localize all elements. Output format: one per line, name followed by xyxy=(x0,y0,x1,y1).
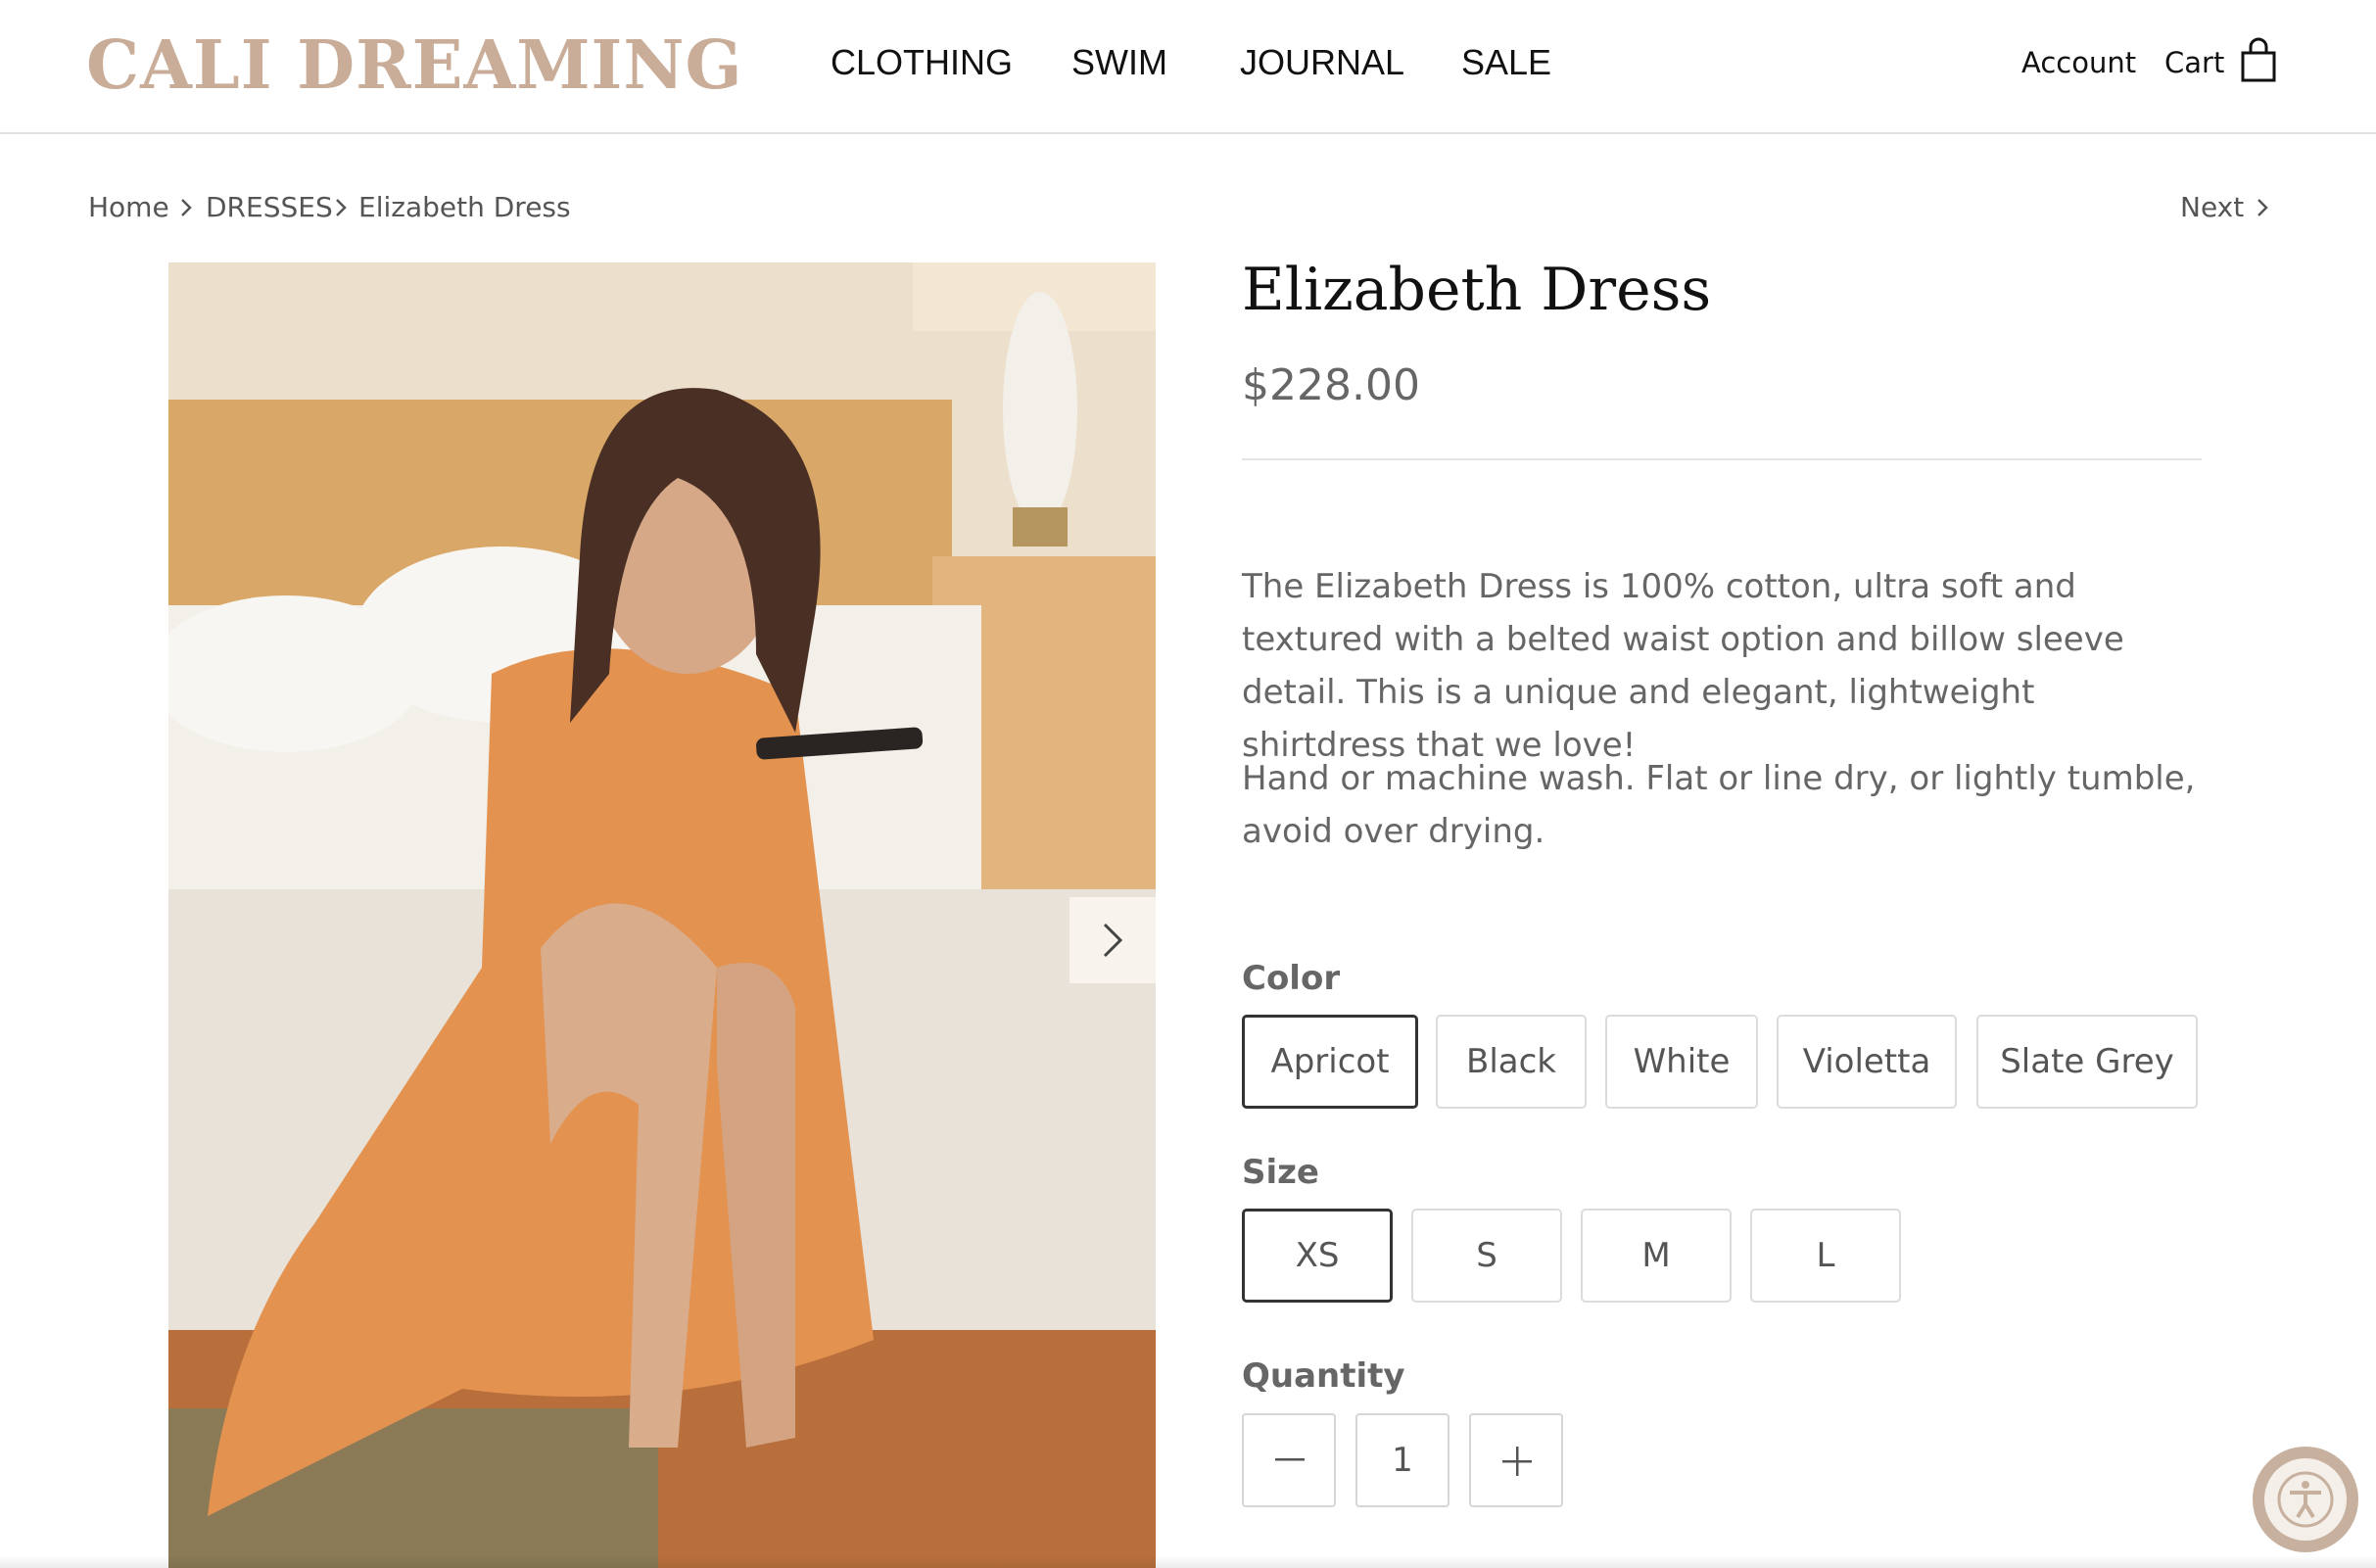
account-link[interactable]: Account xyxy=(2021,39,2136,86)
breadcrumb-dresses[interactable]: DRESSES xyxy=(206,186,333,229)
increase-quantity-button[interactable] xyxy=(1469,1413,1563,1507)
brand-logo[interactable]: CALI DREAMING xyxy=(86,22,743,110)
size-option-l[interactable]: L xyxy=(1750,1209,1901,1303)
chevron-right-icon xyxy=(181,199,192,216)
color-option-black[interactable]: Black xyxy=(1436,1015,1587,1109)
bag-icon[interactable] xyxy=(2239,37,2278,84)
color-option-violetta[interactable]: Violetta xyxy=(1777,1015,1957,1109)
size-option-xs[interactable]: XS xyxy=(1242,1209,1393,1303)
size-option-m[interactable]: M xyxy=(1581,1209,1732,1303)
accessibility-icon-bg xyxy=(2264,1458,2347,1541)
nav-sale[interactable]: SALE xyxy=(1461,35,1551,90)
quantity-input[interactable]: 1 xyxy=(1355,1413,1449,1507)
product-description: The Elizabeth Dress is 100% cotton, ultr… xyxy=(1242,567,2124,765)
color-label: Color xyxy=(1242,959,1341,998)
minus-icon xyxy=(1275,1458,1305,1461)
color-option-white[interactable]: White xyxy=(1605,1015,1758,1109)
quantity-label: Quantity xyxy=(1242,1356,1405,1396)
breadcrumb-current: Elizabeth Dress xyxy=(358,191,571,223)
bottom-shadow xyxy=(0,1555,2376,1568)
nav-journal[interactable]: JOURNAL xyxy=(1240,35,1404,90)
chevron-right-icon xyxy=(2257,199,2268,216)
next-image-button[interactable] xyxy=(1069,897,1156,983)
chevron-right-icon xyxy=(1103,923,1123,958)
product-image[interactable] xyxy=(168,262,1156,1568)
decrease-quantity-button[interactable] xyxy=(1242,1413,1336,1507)
product-title: Elizabeth Dress xyxy=(1242,256,1712,324)
accessibility-button[interactable] xyxy=(2253,1447,2358,1552)
divider xyxy=(1242,458,2202,460)
cart-link[interactable]: Cart xyxy=(2164,39,2224,86)
product-price: $228.00 xyxy=(1242,360,1420,410)
nav-clothing[interactable]: CLOTHING xyxy=(831,35,1013,90)
plus-icon xyxy=(1502,1447,1532,1476)
next-product-link[interactable]: Next xyxy=(2180,186,2268,229)
chevron-right-icon xyxy=(336,199,347,216)
breadcrumb-home[interactable]: Home xyxy=(88,186,169,229)
next-label: Next xyxy=(2180,191,2245,223)
accessibility-icon xyxy=(2277,1471,2334,1528)
site-header: CALI DREAMING CLOTHING SWIM JOURNAL SALE… xyxy=(0,0,2376,134)
nav-swim[interactable]: SWIM xyxy=(1071,35,1167,90)
care-instructions: Hand or machine wash. Flat or line dry, … xyxy=(1242,759,2196,851)
product-photo-illustration xyxy=(168,262,1156,1568)
size-option-s[interactable]: S xyxy=(1411,1209,1562,1303)
color-option-slate-grey[interactable]: Slate Grey xyxy=(1976,1015,2198,1109)
size-label: Size xyxy=(1242,1153,1319,1192)
color-option-apricot[interactable]: Apricot xyxy=(1242,1015,1418,1109)
